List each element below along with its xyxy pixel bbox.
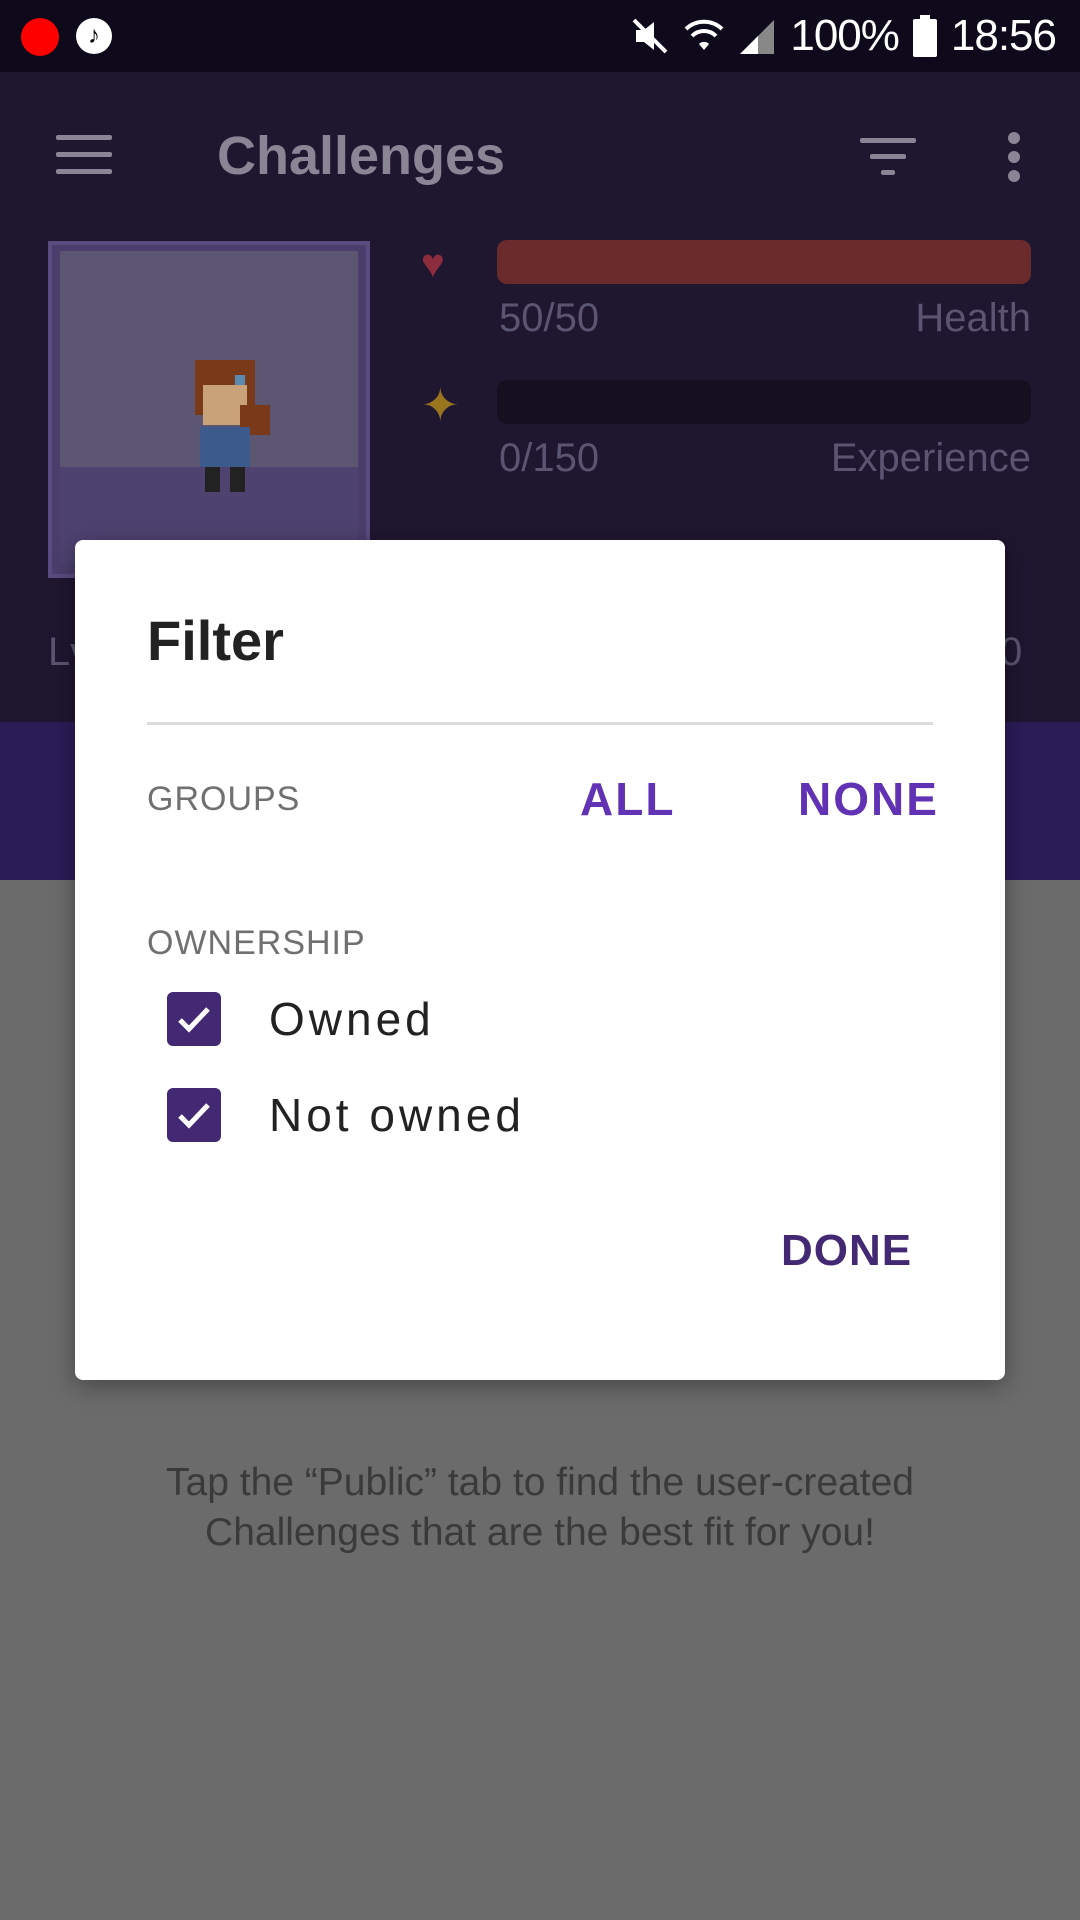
more-icon[interactable] (1004, 132, 1024, 182)
all-button[interactable]: ALL (580, 772, 675, 826)
battery-percent: 100% (790, 11, 900, 60)
page-title: Challenges (217, 126, 506, 186)
health-label: Health (915, 296, 1031, 340)
divider (147, 722, 933, 725)
star-icon: ✦ (421, 379, 460, 431)
health-bar-fill (497, 240, 1031, 284)
music-icon: ♪ (76, 18, 112, 54)
dialog-title: Filter (147, 609, 284, 672)
ownership-label: OWNERSHIP (147, 924, 366, 962)
avatar-character-icon (195, 360, 270, 492)
owned-option[interactable]: Owned (167, 992, 435, 1046)
check-icon (178, 1103, 210, 1129)
filter-icon[interactable] (860, 136, 916, 178)
signal-icon (740, 20, 775, 54)
experience-bar (497, 380, 1031, 424)
done-button[interactable]: DONE (781, 1226, 912, 1276)
not-owned-checkbox[interactable] (167, 1088, 221, 1142)
health-value: 50/50 (499, 296, 600, 340)
clock: 18:56 (950, 11, 1057, 60)
menu-icon[interactable] (56, 135, 112, 175)
check-icon (178, 1007, 210, 1033)
status-icons: 100% 18:56 (630, 10, 1057, 62)
none-button[interactable]: NONE (798, 772, 939, 826)
record-icon (21, 18, 59, 56)
heart-icon: ♥ (421, 242, 445, 286)
wifi-icon (684, 19, 724, 50)
battery-icon (912, 15, 937, 57)
status-bar: ♪ 100% 18:56 (0, 0, 1080, 72)
health-bar (497, 240, 1031, 284)
experience-label: Experience (830, 436, 1031, 480)
owned-checkbox[interactable] (167, 992, 221, 1046)
experience-value: 0/150 (499, 436, 600, 480)
mute-icon (632, 18, 668, 54)
not-owned-label: Not owned (269, 1089, 525, 1141)
filter-dialog: Filter GROUPS ALL NONE OWNERSHIP Owned N… (75, 540, 1005, 1380)
empty-state-text: Tap the “Public” tab to find the user-cr… (166, 1461, 914, 1554)
owned-label: Owned (269, 993, 435, 1045)
not-owned-option[interactable]: Not owned (167, 1088, 525, 1142)
groups-label: GROUPS (147, 780, 301, 818)
